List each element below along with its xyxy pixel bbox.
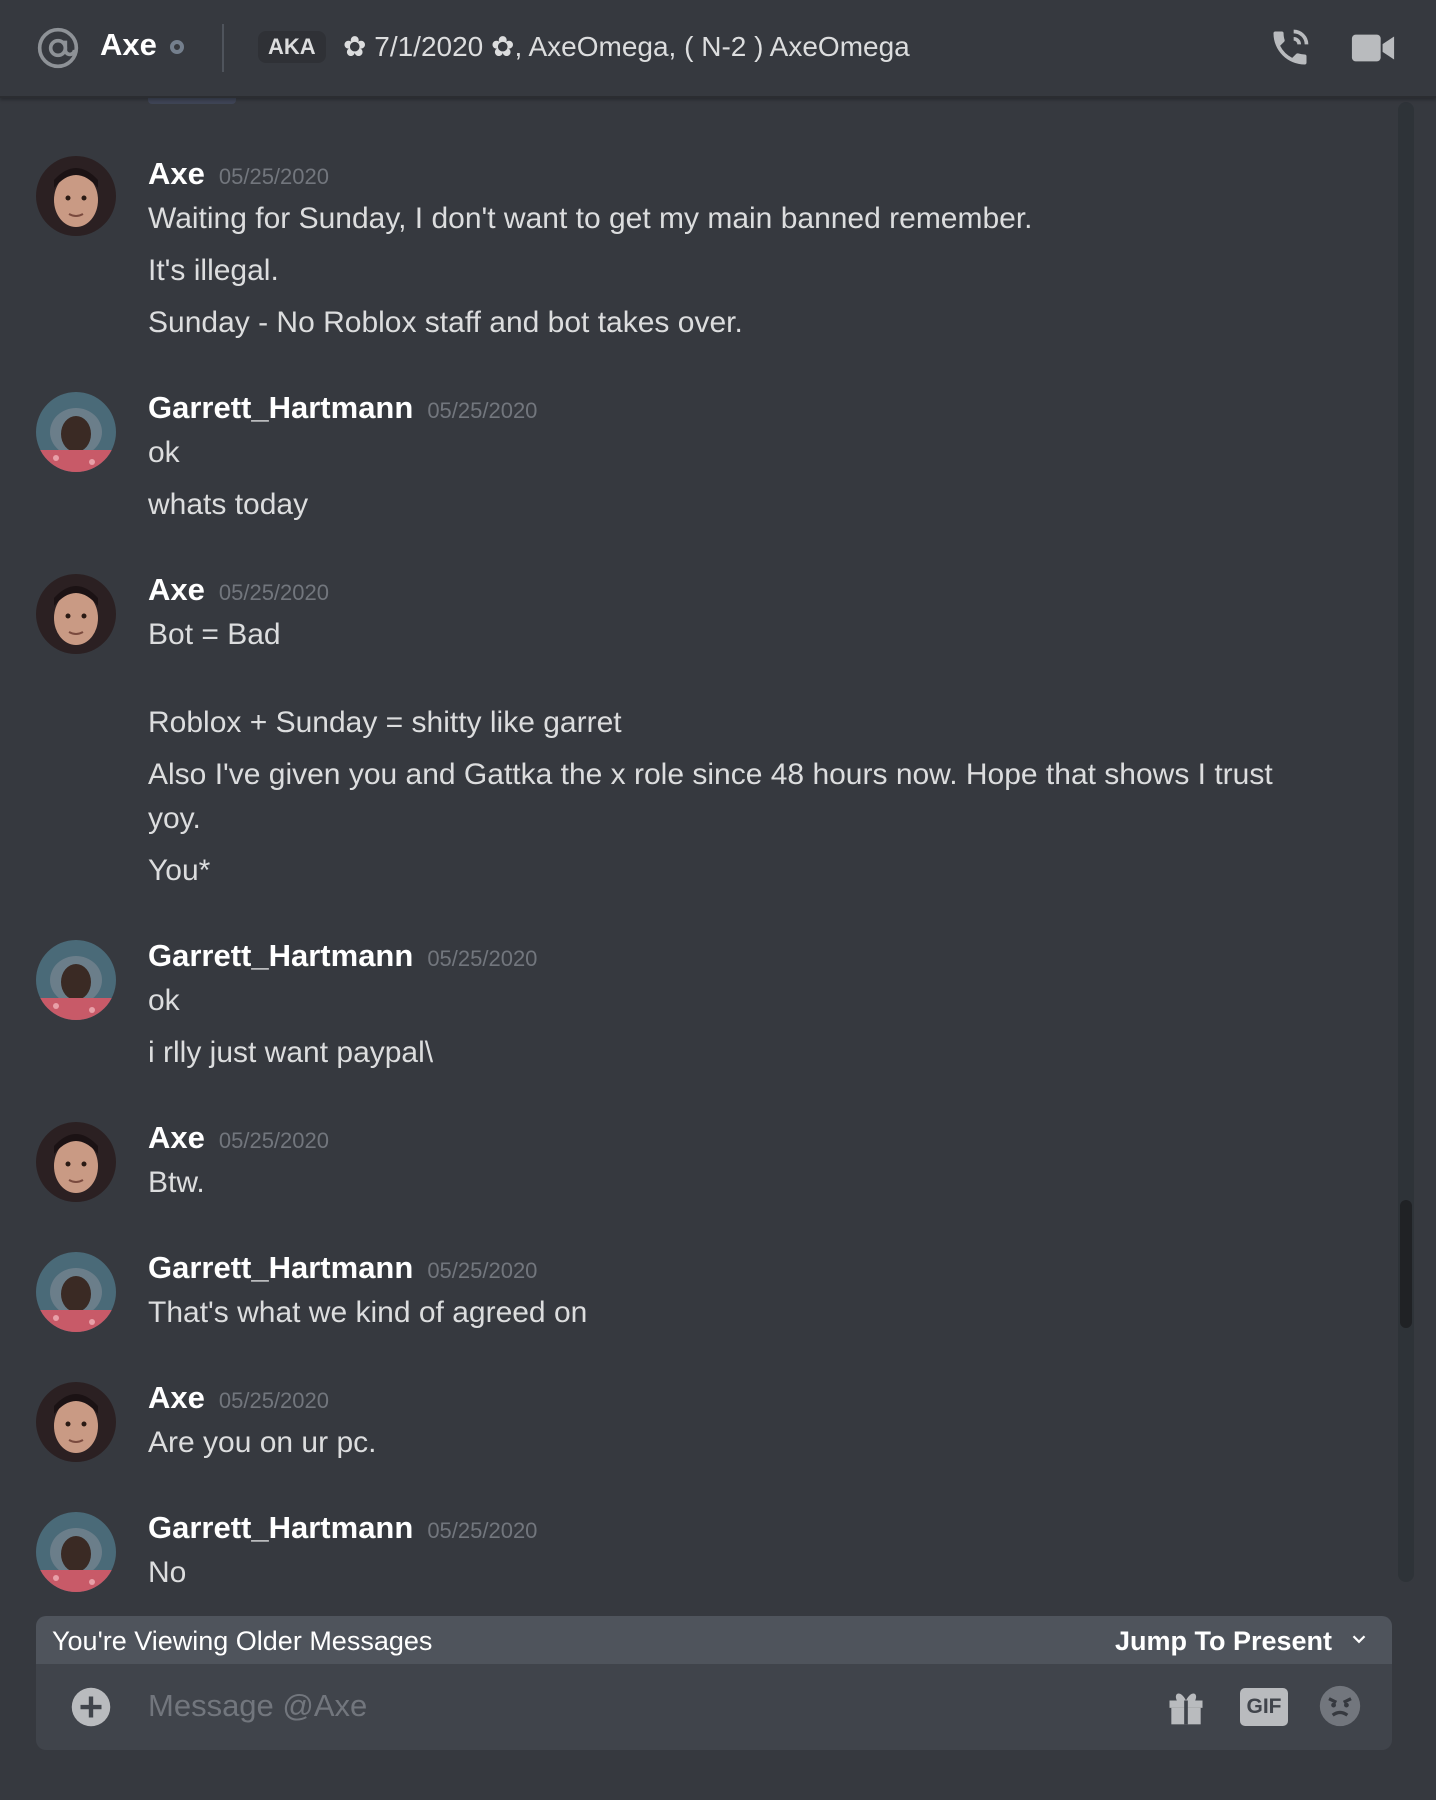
message-text: Waiting for Sunday, I don't want to get …	[148, 202, 1033, 235]
user-avatar-axe[interactable]	[36, 1122, 116, 1202]
message-text: No	[148, 1556, 187, 1589]
aka-badge: AKA	[258, 31, 326, 63]
message-group: Axe 05/25/2020 Bot = Bad Roblox + Sunday …	[0, 572, 1390, 902]
message-input[interactable]: Message @Axe	[148, 1688, 367, 1724]
at-sign-icon	[37, 27, 79, 69]
user-avatar-axe[interactable]	[36, 574, 116, 654]
message-group: Axe 05/25/2020 Waiting for Sunday, I don'…	[0, 156, 1390, 356]
nickname-list: ✿ 7/1/2020 ✿, AxeOmega, ( N-2 ) AxeOmega	[343, 31, 910, 62]
user-avatar-axe[interactable]	[36, 1382, 116, 1462]
jump-to-present-button[interactable]: Jump To Present	[1115, 1626, 1332, 1657]
emoji-picker-icon[interactable]	[1318, 1684, 1362, 1728]
message-text: i rlly just want paypal\	[148, 1036, 434, 1069]
message-group: Axe 05/25/2020 Btw.	[0, 1120, 1390, 1220]
message-group: Garrett_Hartmann 05/25/2020 ok i rlly jus…	[0, 938, 1390, 1088]
message-author[interactable]: Garrett_Hartmann 05/25/2020	[148, 938, 537, 974]
user-avatar-garrett[interactable]	[36, 1252, 116, 1332]
message-text: You*	[148, 854, 211, 887]
message-text: ok	[148, 436, 180, 469]
user-avatar-garrett[interactable]	[36, 1512, 116, 1592]
scrollbar-track[interactable]	[1398, 102, 1414, 1582]
gift-icon[interactable]	[1164, 1684, 1208, 1728]
phone-call-icon[interactable]	[1268, 26, 1312, 70]
scrollbar-thumb[interactable]	[1400, 1200, 1412, 1328]
user-avatar-garrett[interactable]	[36, 392, 116, 472]
upload-plus-icon[interactable]	[70, 1686, 112, 1728]
gif-button[interactable]: GIF	[1240, 1688, 1288, 1726]
message-text: Sunday - No Roblox staff and bot takes o…	[148, 306, 743, 339]
message-timestamp: 05/25/2020	[218, 164, 329, 189]
message-group: Garrett_Hartmann 05/25/2020 That's what w…	[0, 1250, 1390, 1350]
message-group: Garrett_Hartmann 05/25/2020 No	[0, 1510, 1390, 1610]
message-text: yoy.	[148, 802, 201, 835]
older-messages-label: You're Viewing Older Messages	[52, 1626, 433, 1656]
message-text: Roblox + Sunday = shitty like garret	[148, 706, 622, 739]
channel-header: Axe AKA ✿ 7/1/2020 ✿, AxeOmega, ( N-2 ) …	[0, 0, 1436, 98]
message-timestamp: 05/25/2020	[427, 398, 538, 423]
video-call-icon[interactable]	[1350, 30, 1396, 66]
message-text: That's what we kind of agreed on	[148, 1296, 588, 1329]
message-author[interactable]: Garrett_Hartmann 05/25/2020	[148, 390, 537, 426]
message-timestamp: 05/25/2020	[427, 1258, 538, 1283]
header-divider	[222, 24, 224, 72]
message-text: ok	[148, 984, 180, 1017]
message-composer[interactable]: Message @Axe GIF	[36, 1664, 1392, 1750]
message-text: It's illegal.	[148, 254, 279, 287]
message-author[interactable]: Axe 05/25/2020	[148, 572, 329, 608]
message-author[interactable]: Axe 05/25/2020	[148, 1380, 329, 1416]
message-timestamp: 05/25/2020	[218, 580, 329, 605]
user-avatar-garrett[interactable]	[36, 940, 116, 1020]
message-group: Axe 05/25/2020 Are you on ur pc.	[0, 1380, 1390, 1480]
message-text: Also I've given you and Gattka the x rol…	[148, 758, 1273, 791]
chevron-down-icon[interactable]	[1348, 1628, 1370, 1650]
message-text: whats today	[148, 488, 309, 521]
message-text: Bot = Bad	[148, 618, 281, 651]
offline-status-icon	[170, 40, 184, 54]
channel-title: Axe	[100, 27, 157, 62]
message-text: Are you on ur pc.	[148, 1426, 377, 1459]
message-timestamp: 05/25/2020	[427, 1518, 538, 1543]
message-author[interactable]: Axe 05/25/2020	[148, 1120, 329, 1156]
message-timestamp: 05/25/2020	[218, 1128, 329, 1153]
user-avatar-axe[interactable]	[36, 156, 116, 236]
message-author[interactable]: Axe 05/25/2020	[148, 156, 329, 192]
message-timestamp: 05/25/2020	[218, 1388, 329, 1413]
message-author[interactable]: Garrett_Hartmann 05/25/2020	[148, 1250, 537, 1286]
message-timestamp: 05/25/2020	[427, 946, 538, 971]
older-messages-banner: You're Viewing Older Messages Jump To Pr…	[36, 1616, 1392, 1664]
message-group: Garrett_Hartmann 05/25/2020 ok whats toda…	[0, 390, 1390, 540]
message-author[interactable]: Garrett_Hartmann 05/25/2020	[148, 1510, 537, 1546]
message-text: Btw.	[148, 1166, 205, 1199]
